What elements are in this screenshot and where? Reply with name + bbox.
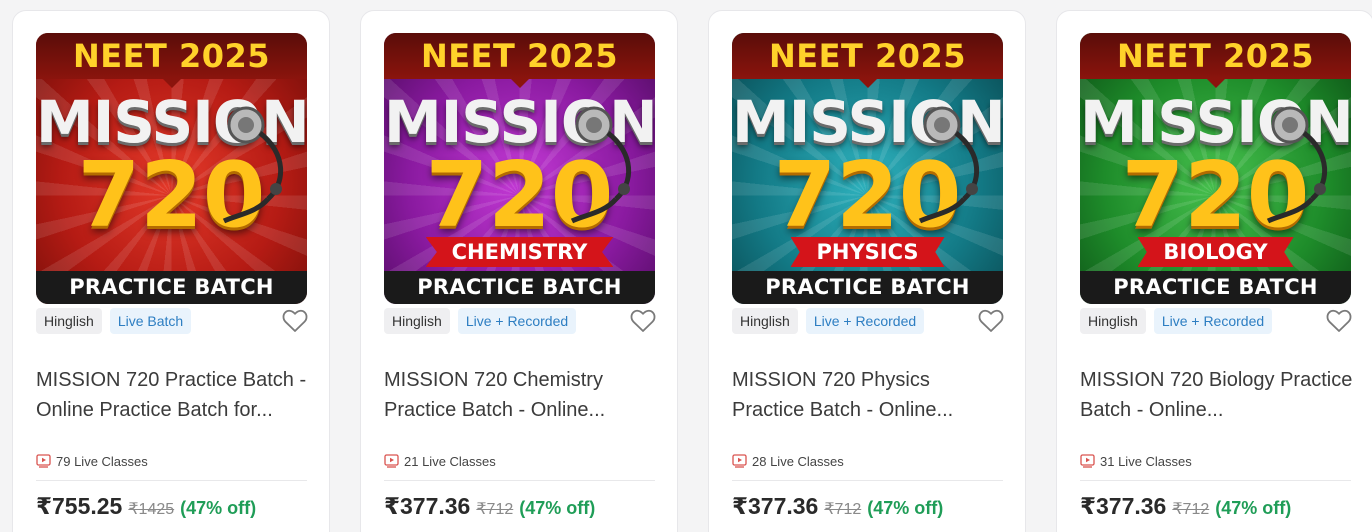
mode-tag: Live Batch: [109, 308, 192, 334]
live-classes-count: 31 Live Classes: [1080, 452, 1192, 470]
current-price: ₹377.36: [1080, 493, 1167, 519]
language-tag: Hinglish: [384, 308, 450, 334]
course-title[interactable]: MISSION 720 Practice Batch - Online Prac…: [36, 365, 311, 425]
current-price: ₹755.25: [36, 493, 123, 519]
heart-outline-icon[interactable]: [630, 309, 656, 333]
live-classes-count: 28 Live Classes: [732, 452, 844, 470]
course-title[interactable]: MISSION 720 Biology Practice Batch - Onl…: [1080, 365, 1355, 425]
stethoscope-icon: [1266, 106, 1327, 224]
original-price: ₹712: [1172, 501, 1210, 518]
price-row: ₹377.36 ₹712 (47% off): [384, 493, 595, 523]
heart-outline-icon[interactable]: [978, 309, 1004, 333]
thumbnail-exam-label: NEET 2025: [1116, 37, 1315, 75]
divider: [384, 480, 655, 481]
live-classes-count: 79 Live Classes: [36, 452, 148, 470]
thumbnail-footer: PRACTICE BATCH: [1080, 271, 1351, 304]
divider: [36, 480, 307, 481]
mode-tag: Live + Recorded: [457, 308, 577, 334]
discount-label: (47% off): [1215, 498, 1292, 518]
live-classes-label: 79 Live Classes: [56, 453, 148, 469]
heart-outline-icon[interactable]: [1326, 309, 1352, 333]
video-play-icon: [732, 454, 747, 468]
mode-tag: Live + Recorded: [805, 308, 925, 334]
discount-label: (47% off): [180, 498, 257, 518]
course-card[interactable]: NEET 2025 MISSION 720 BIOLOGY PRACTICE B…: [1056, 10, 1372, 532]
divider: [732, 480, 1003, 481]
thumbnail-exam-label: NEET 2025: [72, 37, 271, 75]
course-title[interactable]: MISSION 720 Chemistry Practice Batch - O…: [384, 365, 659, 425]
heart-outline-icon[interactable]: [282, 309, 308, 333]
video-play-icon: [36, 454, 51, 468]
live-classes-label: 31 Live Classes: [1100, 453, 1192, 469]
stethoscope-icon: [222, 106, 283, 224]
course-thumbnail[interactable]: NEET 2025 MISSION 720 PRACTICE BATCH: [36, 33, 307, 304]
language-tag: Hinglish: [1080, 308, 1146, 334]
discount-label: (47% off): [519, 498, 596, 518]
discount-label: (47% off): [867, 498, 944, 518]
live-classes-label: 21 Live Classes: [404, 453, 496, 469]
divider: [1080, 480, 1351, 481]
current-price: ₹377.36: [384, 493, 471, 519]
language-tag: Hinglish: [732, 308, 798, 334]
original-price: ₹712: [824, 501, 862, 518]
video-play-icon: [384, 454, 399, 468]
original-price: ₹1425: [128, 501, 175, 518]
thumbnail-subject-ribbon: CHEMISTRY: [425, 237, 614, 267]
course-tags: Hinglish Live + Recorded: [384, 308, 577, 334]
thumbnail-subject-ribbon: PHYSICS: [790, 237, 945, 267]
course-tags: Hinglish Live Batch: [36, 308, 192, 334]
course-title[interactable]: MISSION 720 Physics Practice Batch - Onl…: [732, 365, 1007, 425]
stethoscope-icon: [570, 106, 631, 224]
course-card[interactable]: NEET 2025 MISSION 720 PHYSICS PRACTICE B…: [708, 10, 1026, 532]
mode-tag: Live + Recorded: [1153, 308, 1273, 334]
price-row: ₹377.36 ₹712 (47% off): [732, 493, 943, 523]
thumbnail-exam-label: NEET 2025: [768, 37, 967, 75]
course-thumbnail[interactable]: NEET 2025 MISSION 720 CHEMISTRY PRACTICE…: [384, 33, 655, 304]
course-card[interactable]: NEET 2025 MISSION 720 PRACTICE BATCH Hin…: [12, 10, 330, 532]
thumbnail-footer: PRACTICE BATCH: [732, 271, 1003, 304]
thumbnail-exam-label: NEET 2025: [420, 37, 619, 75]
thumbnail-subject-ribbon: BIOLOGY: [1137, 237, 1294, 267]
thumbnail-footer: PRACTICE BATCH: [36, 271, 307, 304]
price-row: ₹755.25 ₹1425 (47% off): [36, 493, 256, 523]
live-classes-label: 28 Live Classes: [752, 453, 844, 469]
course-tags: Hinglish Live + Recorded: [732, 308, 925, 334]
course-thumbnail[interactable]: NEET 2025 MISSION 720 BIOLOGY PRACTICE B…: [1080, 33, 1351, 304]
price-row: ₹377.36 ₹712 (47% off): [1080, 493, 1291, 523]
video-play-icon: [1080, 454, 1095, 468]
language-tag: Hinglish: [36, 308, 102, 334]
live-classes-count: 21 Live Classes: [384, 452, 496, 470]
thumbnail-footer: PRACTICE BATCH: [384, 271, 655, 304]
original-price: ₹712: [476, 501, 514, 518]
course-card[interactable]: NEET 2025 MISSION 720 CHEMISTRY PRACTICE…: [360, 10, 678, 532]
course-card-grid: NEET 2025 MISSION 720 PRACTICE BATCH Hin…: [0, 0, 1372, 532]
current-price: ₹377.36: [732, 493, 819, 519]
course-thumbnail[interactable]: NEET 2025 MISSION 720 PHYSICS PRACTICE B…: [732, 33, 1003, 304]
stethoscope-icon: [918, 106, 979, 224]
course-tags: Hinglish Live + Recorded: [1080, 308, 1273, 334]
